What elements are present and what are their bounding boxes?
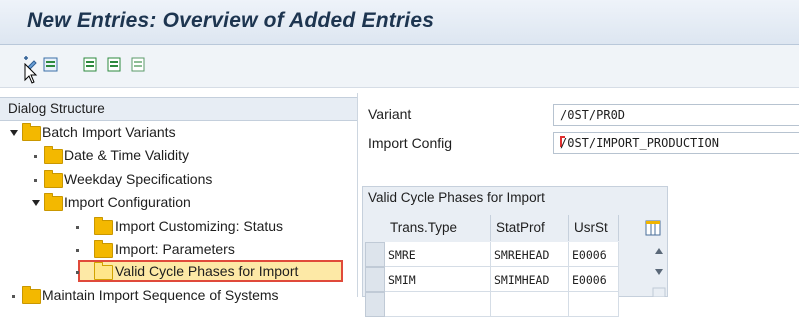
open-folder-icon [94,262,113,280]
cell-text: SMIM [388,273,416,287]
column-header-usrst[interactable]: UsrSt [569,215,619,241]
mouse-pointer-icon [24,63,38,84]
table-cell-statprof[interactable]: SMIMHEAD [491,267,569,292]
column-header-trans-type[interactable]: Trans.Type [385,215,491,241]
dialog-structure-title: Dialog Structure [8,101,105,116]
table-cell-trans-type[interactable]: SMIM [385,267,491,292]
table-cell-trans-type[interactable] [385,292,491,317]
tree-node-maintain-import-sequence[interactable]: Maintain Import Sequence of Systems [0,285,357,307]
row-selector[interactable] [365,267,385,292]
expand-triangle-icon[interactable] [32,200,40,206]
tree-node-label: Batch Import Variants [42,124,176,140]
toolbar [0,45,799,88]
variant-value: /0ST/PR0D [560,108,626,122]
dialog-structure-header: Dialog Structure [0,97,357,121]
column-header-label: UsrSt [574,220,608,235]
cell-text: E0006 [572,273,607,287]
table-title: Valid Cycle Phases for Import [368,190,545,205]
cell-text: SMIMHEAD [494,273,550,287]
folder-icon [44,146,63,164]
table-cell-usrst[interactable]: E0006 [569,242,619,267]
tree-node-label: Date & Time Validity [64,147,190,163]
table-cell-statprof[interactable] [491,292,569,317]
select-all-icon[interactable] [82,56,99,73]
import-config-field[interactable]: /0ST/IMPORT_PRODUCTION [553,132,799,154]
page-title: New Entries: Overview of Added Entries [27,9,435,32]
tree-node-label: Valid Cycle Phases for Import [115,263,299,279]
table-scrollbar[interactable] [652,242,666,297]
tree-node-import-parameters[interactable]: Import: Parameters [0,239,357,261]
select-block-icon[interactable] [106,56,123,73]
tree-node-label: Maintain Import Sequence of Systems [42,287,279,303]
title-bar: New Entries: Overview of Added Entries [0,0,799,45]
table-cell-usrst[interactable] [569,292,619,317]
deselect-all-icon[interactable] [130,56,147,73]
tree-node-import-configuration[interactable]: Import Configuration [0,192,357,214]
tree-node-weekday-specifications[interactable]: Weekday Specifications [0,169,357,191]
tree-bullet-icon [76,271,79,274]
tree-bullet-icon [76,226,79,229]
column-header-statprof[interactable]: StatProf [491,215,569,241]
table-cell-statprof[interactable]: SMREHEAD [491,242,569,267]
variant-field[interactable]: /0ST/PR0D [553,104,799,126]
variant-label: Variant [368,106,412,122]
table-cell-trans-type[interactable]: SMRE [385,242,491,267]
save-entries-icon[interactable] [42,56,59,73]
row-selector[interactable] [365,242,385,267]
scroll-down-icon [655,269,663,275]
tree-node-label: Weekday Specifications [64,171,213,187]
column-header-label: Trans.Type [390,220,458,235]
column-header-label: StatProf [496,220,545,235]
folder-icon [94,217,113,235]
scroll-up-icon [655,248,663,254]
tree-bullet-icon [34,179,37,182]
table-cell-usrst[interactable]: E0006 [569,267,619,292]
tree-node-label: Import Configuration [64,194,191,210]
table-settings-icon[interactable] [645,220,661,236]
import-config-value: /0ST/IMPORT_PRODUCTION [560,136,719,150]
tree-bullet-icon [76,249,79,252]
cell-text: SMREHEAD [494,248,550,262]
expand-triangle-icon[interactable] [10,130,18,136]
folder-icon [44,193,63,211]
cell-text: E0006 [572,248,607,262]
import-config-label: Import Config [368,135,453,151]
tree-node-date-time-validity[interactable]: Date & Time Validity [0,145,357,167]
tree-node-batch-import-variants[interactable]: Batch Import Variants [0,122,357,144]
row-selector[interactable] [365,292,385,317]
cycle-phases-table: Valid Cycle Phases for Import Trans.Type… [362,186,668,317]
cell-text: SMRE [388,248,416,262]
folder-icon [94,240,113,258]
tree-node-label: Import Customizing: Status [115,218,284,234]
tree-node-label: Import: Parameters [115,241,235,257]
tree-node-valid-cycle-phases[interactable]: Valid Cycle Phases for Import [0,261,357,283]
folder-icon [22,123,41,141]
tree-node-import-customizing-status[interactable]: Import Customizing: Status [0,216,357,238]
tree-bullet-icon [34,155,37,158]
folder-icon [44,170,63,188]
